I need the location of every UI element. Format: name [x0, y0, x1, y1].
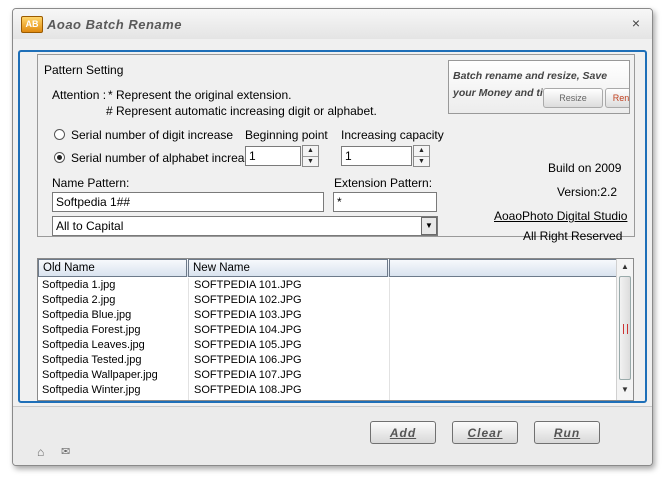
clear-button[interactable]: Clear: [452, 421, 518, 444]
app-icon: AB: [21, 16, 43, 33]
title-bar[interactable]: AB Aoao Batch Rename ×: [13, 9, 652, 39]
table-row[interactable]: Softpedia Forest.jpg SOFTPEDIA 104.JPG: [38, 323, 618, 338]
radio-digit-increase[interactable]: [54, 129, 65, 140]
pattern-setting-group: Pattern Setting Attention : * Represent …: [37, 54, 635, 243]
table-scrollbar[interactable]: ▲ ▼: [616, 259, 633, 400]
version-info: Version:2.2: [557, 185, 618, 199]
bottom-bar: ⌂ ✉ Add Clear Run: [13, 406, 652, 465]
case-select[interactable]: All to Capital: [52, 216, 438, 236]
beginning-point-stepper[interactable]: ▲ ▼: [302, 145, 319, 167]
table-row[interactable]: Softpedia Wallpaper.jpg SOFTPEDIA 107.JPG: [38, 368, 618, 383]
ad-banner[interactable]: Batch rename and resize, Save your Money…: [448, 60, 630, 114]
scroll-up-icon[interactable]: ▲: [618, 260, 632, 274]
mail-icon[interactable]: ✉: [61, 445, 70, 458]
increasing-capacity-label: Increasing capacity: [341, 128, 444, 142]
column-empty: [389, 259, 618, 277]
close-icon[interactable]: ×: [628, 15, 644, 31]
run-button[interactable]: Run: [534, 421, 600, 444]
new-name-cell: SOFTPEDIA 106.JPG: [194, 354, 302, 366]
new-name-cell: SOFTPEDIA 108.JPG: [194, 384, 302, 396]
old-name-cell: Softpedia Tested.jpg: [42, 354, 142, 366]
table-body: Softpedia 1.jpg SOFTPEDIA 101.JPG Softpedi…: [38, 278, 618, 398]
main-window: AB Aoao Batch Rename × Pattern Setting A…: [12, 8, 653, 466]
new-name-cell: SOFTPEDIA 103.JPG: [194, 309, 302, 321]
table-row[interactable]: Softpedia Leaves.jpg SOFTPEDIA 105.JPG: [38, 338, 618, 353]
studio-link[interactable]: AoaoPhoto Digital Studio: [494, 209, 627, 223]
table-row[interactable]: Softpedia 2.jpg SOFTPEDIA 102.JPG: [38, 293, 618, 308]
ad-rename-button[interactable]: Ren: [605, 88, 629, 108]
old-name-cell: Softpedia Wallpaper.jpg: [42, 369, 158, 381]
extension-pattern-input[interactable]: [333, 192, 437, 212]
stepper-up-icon[interactable]: ▲: [414, 146, 429, 156]
attention-label: Attention :: [52, 88, 107, 102]
attention-line-2: # Represent automatic increasing digit o…: [106, 104, 377, 118]
rights-text: All Right Reserved: [523, 229, 623, 243]
beginning-point-label: Beginning point: [245, 128, 328, 142]
old-name-cell: Softpedia Leaves.jpg: [42, 339, 145, 351]
old-name-cell: Softpedia Forest.jpg: [42, 324, 141, 336]
new-name-cell: SOFTPEDIA 107.JPG: [194, 369, 302, 381]
scroll-grip-icon: [623, 324, 628, 334]
new-name-cell: SOFTPEDIA 105.JPG: [194, 339, 302, 351]
increasing-capacity-input[interactable]: [341, 146, 412, 166]
group-title: Pattern Setting: [44, 63, 124, 77]
new-name-cell: SOFTPEDIA 102.JPG: [194, 294, 302, 306]
window-title: Aoao Batch Rename: [47, 17, 182, 32]
stepper-down-icon[interactable]: ▼: [303, 156, 318, 166]
old-name-cell: Softpedia 2.jpg: [42, 294, 116, 306]
table-row[interactable]: Softpedia Tested.jpg SOFTPEDIA 106.JPG: [38, 353, 618, 368]
old-name-cell: Softpedia 1.jpg: [42, 279, 116, 291]
table-header: Old Name New Name: [38, 259, 618, 277]
increasing-capacity-stepper[interactable]: ▲ ▼: [413, 145, 430, 167]
radio-alphabet-label[interactable]: Serial number of alphabet increase: [71, 151, 257, 165]
case-select-value: All to Capital: [56, 219, 124, 233]
table-row[interactable]: Softpedia Blue.jpg SOFTPEDIA 103.JPG: [38, 308, 618, 323]
chevron-down-icon[interactable]: ▼: [421, 217, 437, 235]
radio-alphabet-increase[interactable]: [54, 152, 65, 163]
extension-pattern-label: Extension Pattern:: [334, 176, 433, 190]
column-new-name[interactable]: New Name: [188, 259, 388, 277]
name-pattern-label: Name Pattern:: [52, 176, 130, 190]
content-frame: Pattern Setting Attention : * Represent …: [18, 50, 647, 403]
ad-text: Batch rename and resize, Save your Money…: [453, 70, 608, 99]
name-pattern-input[interactable]: [52, 192, 324, 212]
stepper-down-icon[interactable]: ▼: [414, 156, 429, 166]
scroll-down-icon[interactable]: ▼: [618, 383, 632, 397]
old-name-cell: Softpedia Blue.jpg: [42, 309, 132, 321]
file-table: Old Name New Name Softpedia 1.jpg SOFTPED…: [37, 258, 634, 401]
table-row[interactable]: Softpedia 1.jpg SOFTPEDIA 101.JPG: [38, 278, 618, 293]
ad-resize-button[interactable]: Resize: [543, 88, 603, 108]
new-name-cell: SOFTPEDIA 104.JPG: [194, 324, 302, 336]
old-name-cell: Softpedia Winter.jpg: [42, 384, 141, 396]
beginning-point-input[interactable]: [245, 146, 301, 166]
radio-digit-label[interactable]: Serial number of digit increase: [71, 128, 233, 142]
table-row[interactable]: Softpedia Winter.jpg SOFTPEDIA 108.JPG: [38, 383, 618, 398]
home-icon[interactable]: ⌂: [37, 445, 44, 459]
attention-line-1: * Represent the original extension.: [108, 88, 292, 102]
add-button[interactable]: Add: [370, 421, 436, 444]
column-old-name[interactable]: Old Name: [38, 259, 187, 277]
build-info: Build on 2009: [548, 161, 622, 175]
scroll-thumb[interactable]: [619, 276, 631, 380]
new-name-cell: SOFTPEDIA 101.JPG: [194, 279, 302, 291]
stepper-up-icon[interactable]: ▲: [303, 146, 318, 156]
